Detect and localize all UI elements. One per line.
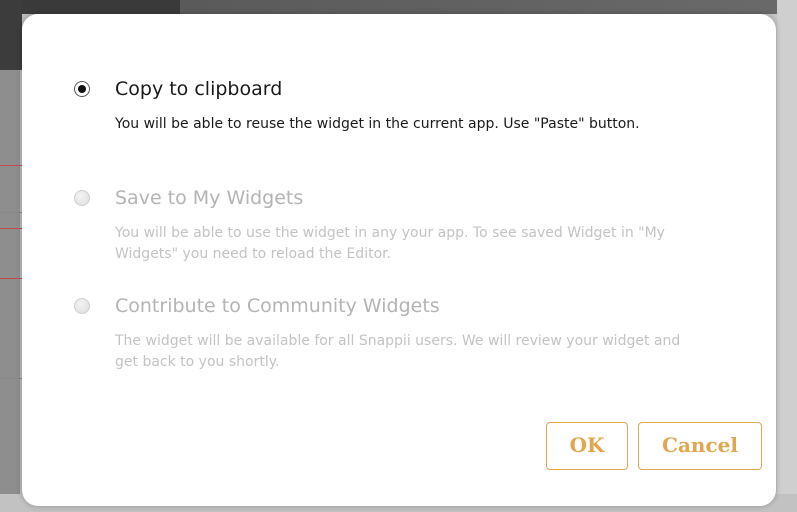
cancel-button[interactable]: Cancel bbox=[638, 422, 762, 470]
app-guide-line bbox=[0, 212, 22, 213]
radio-copy-to-clipboard[interactable] bbox=[74, 81, 90, 97]
app-guide-line bbox=[0, 278, 22, 279]
app-guide-line bbox=[0, 165, 22, 166]
option-title: Save to My Widgets bbox=[115, 187, 304, 209]
app-corner-panel bbox=[0, 0, 22, 70]
option-description: You will be able to reuse the widget in … bbox=[115, 116, 640, 132]
option-title: Contribute to Community Widgets bbox=[115, 295, 440, 317]
app-guide-line bbox=[0, 228, 22, 229]
option-description: You will be able to use the widget in an… bbox=[115, 225, 665, 262]
save-widget-dialog: Copy to clipboard You will be able to re… bbox=[22, 14, 776, 506]
app-toolbar-background bbox=[0, 0, 797, 14]
option-description: The widget will be available for all Sna… bbox=[115, 333, 681, 370]
app-right-panel bbox=[777, 0, 797, 512]
app-guide-line bbox=[0, 378, 22, 379]
option-title[interactable]: Copy to clipboard bbox=[115, 78, 282, 100]
ok-button[interactable]: OK bbox=[546, 422, 628, 470]
radio-save-to-my-widgets bbox=[74, 190, 90, 206]
radio-contribute-to-community-widgets bbox=[74, 298, 90, 314]
